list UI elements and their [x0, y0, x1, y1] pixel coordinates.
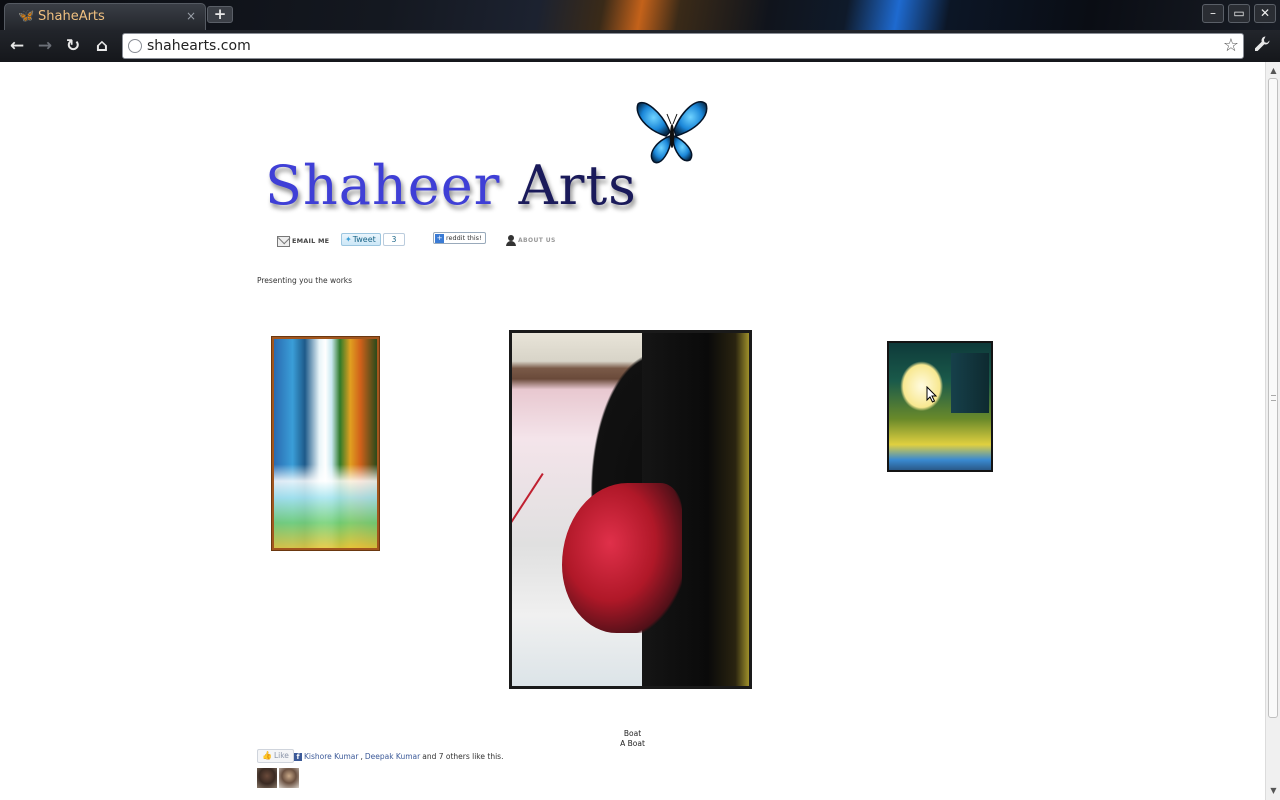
reddit-plus-icon: +	[435, 233, 444, 243]
butterfly-logo-icon	[636, 101, 708, 164]
reddit-label: reddit this!	[446, 234, 482, 242]
bookmark-star-icon[interactable]: ☆	[1223, 36, 1239, 56]
browser-toolbar: ← → ↻ ⌂ shahearts.com ☆	[0, 30, 1280, 62]
wrench-menu-icon[interactable]	[1251, 35, 1273, 57]
scrollbar-thumb[interactable]	[1268, 78, 1278, 718]
globe-icon	[128, 39, 142, 53]
tab-title: ShaheArts	[38, 9, 105, 24]
reload-icon[interactable]: ↻	[61, 34, 85, 58]
minimize-window-button[interactable]: –	[1202, 4, 1224, 23]
twitter-bird-icon: ✦	[345, 235, 352, 244]
facebook-like-button[interactable]: 👍 Like	[257, 749, 294, 763]
likes-others-text: and 7 others like this.	[422, 752, 504, 761]
close-window-button[interactable]: ✕	[1254, 4, 1276, 23]
forward-arrow-icon[interactable]: →	[33, 34, 57, 58]
site-title: Shaheer Arts	[265, 154, 637, 218]
painting-caption-subtitle: A Boat	[0, 739, 1265, 749]
back-arrow-icon[interactable]: ←	[5, 34, 29, 58]
tweet-count-badge: 3	[383, 233, 405, 246]
person-icon	[505, 235, 517, 246]
friend-link-2[interactable]: Deepak Kumar	[365, 752, 420, 762]
scroll-down-arrow-icon[interactable]: ▼	[1266, 784, 1280, 798]
site-title-part2: Arts	[518, 154, 637, 217]
browser-tab[interactable]: 🦋 ShaheArts ×	[4, 3, 206, 30]
about-us-label: ABOUT US	[518, 237, 556, 244]
thumbs-up-icon: 👍	[262, 751, 272, 760]
intro-text: Presenting you the works	[257, 276, 353, 285]
butterfly-favicon-icon: 🦋	[18, 9, 35, 24]
tweet-label: Tweet	[352, 235, 376, 244]
envelope-icon	[277, 235, 290, 247]
url-text[interactable]: shahearts.com	[147, 38, 251, 54]
friend-separator: ,	[360, 752, 363, 761]
mouse-cursor-icon	[926, 386, 938, 403]
scrollbar-grip	[1271, 395, 1276, 401]
address-bar[interactable]: shahearts.com ☆	[122, 33, 1244, 59]
friend-avatar[interactable]	[279, 768, 299, 788]
reddit-this-button[interactable]: + reddit this!	[433, 232, 486, 244]
home-icon[interactable]: ⌂	[90, 34, 114, 58]
paddle-stroke	[512, 473, 544, 667]
like-label: Like	[273, 751, 289, 760]
email-me-label: EMAIL ME	[292, 237, 330, 245]
email-me-link[interactable]: EMAIL ME	[277, 234, 329, 248]
about-us-link[interactable]: ABOUT US	[505, 235, 556, 246]
caption-title-text: Boat	[623, 729, 642, 738]
facebook-icon: f	[294, 753, 302, 761]
painting-caption-title: Boat	[0, 729, 1265, 739]
tweet-button[interactable]: ✦ Tweet	[341, 233, 381, 246]
maximize-window-button[interactable]: ▭	[1228, 4, 1250, 23]
site-title-part1: Shaheer	[265, 154, 519, 217]
vertical-scrollbar[interactable]: ▲ ▼	[1265, 62, 1280, 800]
scroll-up-arrow-icon[interactable]: ▲	[1266, 64, 1280, 78]
friend-link-1[interactable]: Kishore Kumar	[304, 752, 358, 762]
tab-close-icon[interactable]: ×	[186, 8, 196, 24]
new-tab-button[interactable]: +	[207, 6, 233, 23]
like-summary: f Kishore Kumar, Deepak Kumar and 7 othe…	[294, 752, 503, 762]
painting-waterfall-thumbnail[interactable]	[271, 336, 380, 551]
friend-avatar[interactable]	[257, 768, 277, 788]
painting-doorway-thumbnail[interactable]	[887, 341, 993, 472]
caption-subtitle-text: A Boat	[620, 739, 645, 748]
browser-title-bar: 🦋 ShaheArts × + – ▭ ✕	[0, 0, 1280, 30]
page-viewport: Shaheer Arts EMAIL ME ✦ Tweet 3 + reddit…	[0, 62, 1265, 800]
painting-boat-main-image[interactable]	[509, 330, 752, 689]
